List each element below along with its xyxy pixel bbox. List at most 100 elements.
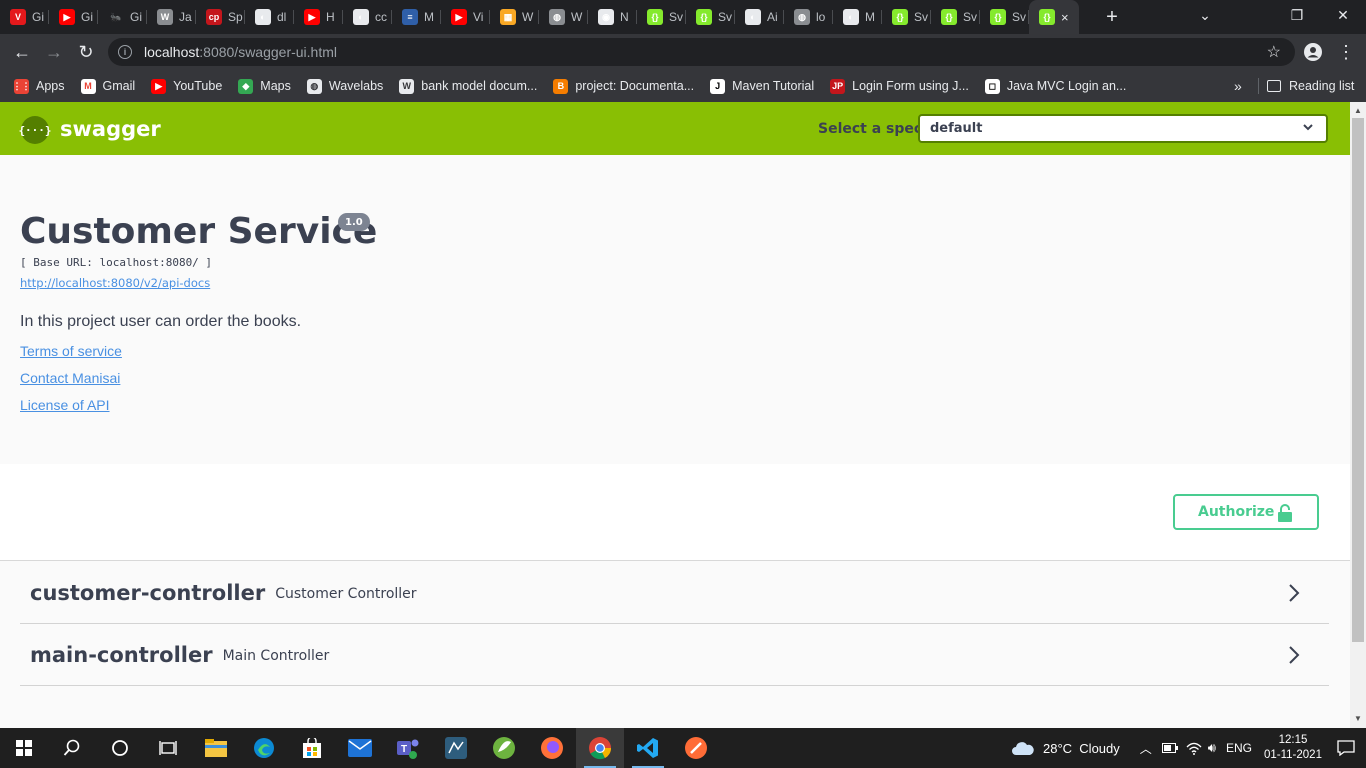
- tab-favicon-icon: {}: [647, 9, 663, 25]
- bookmark-item[interactable]: ◍ Wavelabs: [306, 78, 384, 94]
- tab-search-icon[interactable]: ⌄: [1182, 0, 1228, 30]
- api-docs-link[interactable]: http://localhost:8080/v2/api-docs: [20, 276, 210, 290]
- task-view-icon[interactable]: [144, 728, 192, 768]
- close-window-icon[interactable]: ✕: [1320, 0, 1366, 30]
- tab-favicon-icon: ◐: [843, 9, 859, 25]
- new-tab-button[interactable]: +: [1097, 6, 1127, 29]
- browser-tab[interactable]: ▶ H: [294, 0, 343, 34]
- bookmark-favicon-icon: ⋮⋮: [13, 78, 31, 94]
- tab-title: Sp: [228, 10, 243, 24]
- wifi-icon[interactable]: [1186, 741, 1202, 755]
- notifications-icon[interactable]: [1326, 728, 1366, 768]
- vscode-icon[interactable]: [624, 728, 672, 768]
- browser-tab[interactable]: ◍ lo: [784, 0, 833, 34]
- browser-tab[interactable]: {} Sv: [980, 0, 1029, 34]
- bookmark-label: Wavelabs: [328, 79, 384, 93]
- swagger-logo-text[interactable]: swagger: [60, 117, 161, 141]
- operations-list: customer-controller Customer Controller …: [20, 562, 1329, 686]
- bookmark-item[interactable]: ◆ Maps: [238, 78, 291, 94]
- browser-tab[interactable]: {} Sv: [686, 0, 735, 34]
- edge-icon[interactable]: [240, 728, 288, 768]
- browser-tab[interactable]: ◐ Ai: [735, 0, 784, 34]
- menu-icon[interactable]: ⋮: [1330, 36, 1362, 68]
- bookmark-item[interactable]: M Gmail: [80, 78, 135, 94]
- browser-tab[interactable]: ▶ Vi: [441, 0, 490, 34]
- back-icon[interactable]: ←: [6, 36, 38, 68]
- spec-select[interactable]: default: [918, 114, 1328, 143]
- terms-of-service-link[interactable]: Terms of service: [20, 343, 122, 359]
- browser-tab[interactable]: ▶ Gi: [49, 0, 98, 34]
- cortana-icon[interactable]: [96, 728, 144, 768]
- profile-icon[interactable]: [1297, 36, 1329, 68]
- store-icon[interactable]: [288, 728, 336, 768]
- mysql-workbench-icon[interactable]: [432, 728, 480, 768]
- reload-icon[interactable]: ↻: [70, 36, 102, 68]
- browser-tab[interactable]: ◐ M: [833, 0, 882, 34]
- clock[interactable]: 12:15 01-11-2021: [1260, 733, 1326, 763]
- browser-tab[interactable]: {} Sv: [882, 0, 931, 34]
- scroll-down-icon[interactable]: ▼: [1354, 714, 1362, 723]
- search-icon[interactable]: [48, 728, 96, 768]
- tab-close-icon[interactable]: ×: [1061, 10, 1069, 25]
- bookmarks-bar: ⋮⋮ Apps M Gmail ▶ YouTube ◆ Maps ◍ Wavelabs Wbank …: [0, 70, 1366, 102]
- browser-tab[interactable]: V Gi: [0, 0, 49, 34]
- maximize-icon[interactable]: ❐: [1274, 0, 1320, 30]
- browser-tab[interactable]: {} Sv: [931, 0, 980, 34]
- bookmark-item[interactable]: ▶ YouTube: [151, 78, 222, 94]
- bookmark-item[interactable]: Bproject: Documenta...: [553, 78, 695, 94]
- firefox-icon[interactable]: [528, 728, 576, 768]
- bookmark-label: Apps: [36, 79, 65, 93]
- browser-tab[interactable]: ◐ cc: [343, 0, 392, 34]
- browser-tab[interactable]: ≡ M: [392, 0, 441, 34]
- browser-tab[interactable]: {} Sv: [637, 0, 686, 34]
- contact-link[interactable]: Contact Manisai: [20, 370, 120, 386]
- tag-customer-controller[interactable]: customer-controller Customer Controller: [20, 562, 1329, 624]
- reading-list[interactable]: Reading list: [1267, 70, 1354, 102]
- tab-favicon-icon: ◍: [794, 9, 810, 25]
- reading-list-icon: [1267, 80, 1281, 92]
- bookmark-star-icon[interactable]: ☆: [1267, 42, 1281, 62]
- bookmark-label: bank model docum...: [421, 79, 538, 93]
- teams-icon[interactable]: T: [384, 728, 432, 768]
- battery-icon[interactable]: [1161, 743, 1178, 753]
- language-indicator[interactable]: ENG: [1226, 741, 1252, 755]
- more-bookmarks-icon[interactable]: »: [1234, 70, 1242, 102]
- license-link[interactable]: License of API: [20, 397, 110, 413]
- bookmark-label: Maven Tutorial: [732, 79, 815, 93]
- bookmark-item[interactable]: ⋮⋮ Apps: [13, 78, 65, 94]
- tag-name: main-controller: [30, 642, 213, 667]
- tab-favicon-icon: ≡: [402, 9, 418, 25]
- scroll-thumb[interactable]: [1352, 118, 1364, 642]
- site-info-icon[interactable]: i: [118, 45, 132, 59]
- browser-tab[interactable]: cp Sp: [196, 0, 245, 34]
- file-explorer-icon[interactable]: [192, 728, 240, 768]
- browser-tab[interactable]: ◍ W: [539, 0, 588, 34]
- mail-icon[interactable]: [336, 728, 384, 768]
- browser-tab[interactable]: ◉ N: [588, 0, 637, 34]
- bookmark-item[interactable]: JP Login Form using J...: [830, 78, 969, 94]
- chrome-icon[interactable]: [576, 728, 624, 768]
- bookmark-item[interactable]: Wbank model docum...: [399, 78, 538, 94]
- browser-tab-active[interactable]: {} ×: [1029, 0, 1079, 34]
- bookmark-item[interactable]: J Maven Tutorial: [710, 78, 815, 94]
- address-bar[interactable]: i localhost:8080/swagger-ui.html ☆: [108, 38, 1295, 66]
- windows-start-icon[interactable]: [0, 728, 48, 768]
- tab-favicon-icon: {}: [990, 9, 1006, 25]
- scroll-up-icon[interactable]: ▲: [1354, 106, 1362, 115]
- forward-icon[interactable]: →: [38, 36, 70, 68]
- volume-icon[interactable]: 🔊︎: [1208, 740, 1216, 756]
- show-hidden-icons-icon[interactable]: ︿: [1140, 740, 1152, 757]
- bookmark-label: project: Documenta...: [575, 79, 695, 93]
- authorize-button[interactable]: Authorize: [1173, 494, 1319, 530]
- postman-icon[interactable]: [672, 728, 720, 768]
- tag-main-controller[interactable]: main-controller Main Controller: [20, 624, 1329, 686]
- page-scrollbar[interactable]: ▲ ▼: [1350, 102, 1366, 728]
- browser-tab[interactable]: ▦ W: [490, 0, 539, 34]
- browser-tab[interactable]: 🐜 Gi: [98, 0, 147, 34]
- browser-tab[interactable]: ◐ dl: [245, 0, 294, 34]
- weather-text[interactable]: 28°C Cloudy: [1043, 741, 1120, 756]
- spring-tools-icon[interactable]: [480, 728, 528, 768]
- swagger-logo-icon[interactable]: {···}: [18, 116, 52, 144]
- browser-tab[interactable]: W Ja: [147, 0, 196, 34]
- bookmark-item[interactable]: ◻ Java MVC Login an...: [984, 78, 1126, 94]
